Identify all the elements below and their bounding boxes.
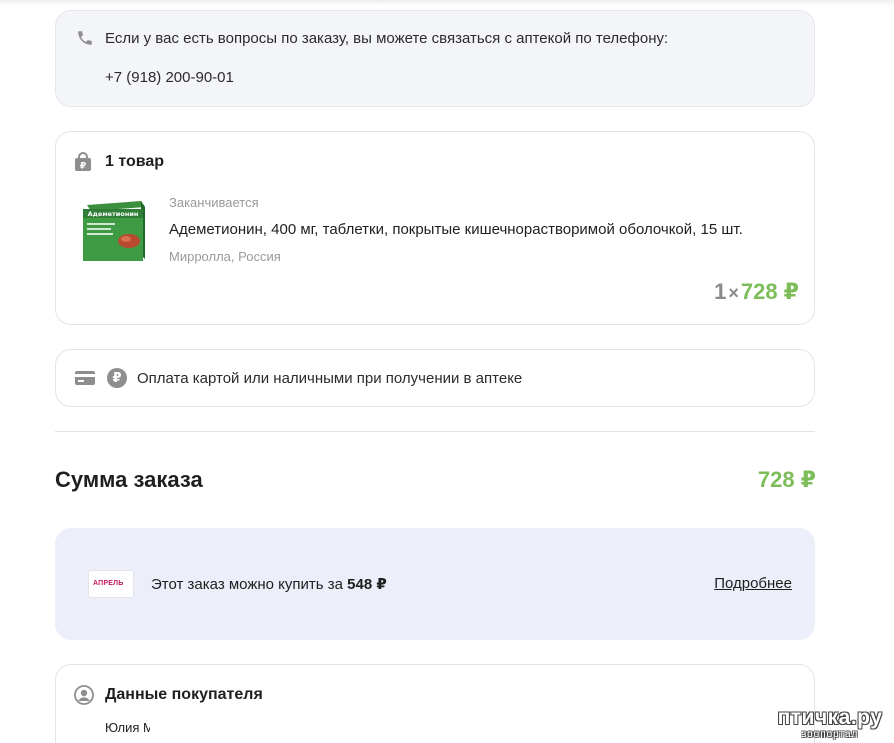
watermark-line2: зоопортал <box>801 729 859 740</box>
divider <box>55 431 815 432</box>
product-price: 1 ×728 ₽ <box>714 279 799 305</box>
product-unit-price: 728 ₽ <box>740 279 799 304</box>
product-image[interactable]: Адеметионин <box>79 199 149 267</box>
payment-method-text: Оплата картой или наличными при получени… <box>137 370 523 387</box>
order-items-card: ₽ 1 товар Адеметионин Заканчивается Адем… <box>55 131 815 325</box>
product-box-label: Адеметионин <box>88 210 139 218</box>
buyer-info-title: Данные покупателя <box>105 686 263 703</box>
promo-text: Этот заказ можно купить за 548 ₽ <box>151 575 387 593</box>
watermark-line1: птичка.ру <box>777 706 883 729</box>
promo-details-link[interactable]: Подробнее <box>714 575 792 592</box>
product-name[interactable]: Адеметионин, 400 мг, таблетки, покрытые … <box>169 221 743 238</box>
items-count: 1 товар <box>105 153 165 170</box>
product-quantity: 1 <box>714 279 727 304</box>
product-manufacturer: Мирролла, Россия <box>169 249 281 264</box>
april-logo: АПРЕЛЬ <box>88 570 134 598</box>
shopping-bag-icon: ₽ <box>75 152 91 172</box>
payment-method-card: ₽ Оплата картой или наличными при получе… <box>55 349 815 407</box>
buyer-info-card: Данные покупателя Юлия М <box>55 664 815 743</box>
credit-card-icon <box>75 371 95 385</box>
site-watermark: птичка.ру зоопортал <box>770 707 890 741</box>
user-icon <box>74 685 94 705</box>
ruble-icon: ₽ <box>107 368 127 388</box>
promo-text-prefix: Этот заказ можно купить за <box>151 576 348 593</box>
april-logo-text: АПРЕЛЬ <box>93 580 124 587</box>
svg-text:₽: ₽ <box>80 162 86 172</box>
pharmacy-contact-card: Если у вас есть вопросы по заказу, вы мо… <box>55 10 815 107</box>
april-promo-banner: АПРЕЛЬ Этот заказ можно купить за 548 ₽ … <box>55 528 815 640</box>
contact-message: Если у вас есть вопросы по заказу, вы мо… <box>105 30 669 47</box>
top-shadow <box>0 0 894 6</box>
promo-price: 548 ₽ <box>347 576 387 593</box>
order-total-label: Сумма заказа <box>55 467 203 492</box>
phone-icon <box>78 31 92 45</box>
pharmacy-phone-number[interactable]: +7 (918) 200-90-01 <box>105 69 234 86</box>
buyer-name: Юлия М <box>105 720 150 735</box>
stock-status: Заканчивается <box>169 195 259 210</box>
order-total-value: 728 ₽ <box>757 467 816 492</box>
multiply-sign: × <box>728 283 739 303</box>
